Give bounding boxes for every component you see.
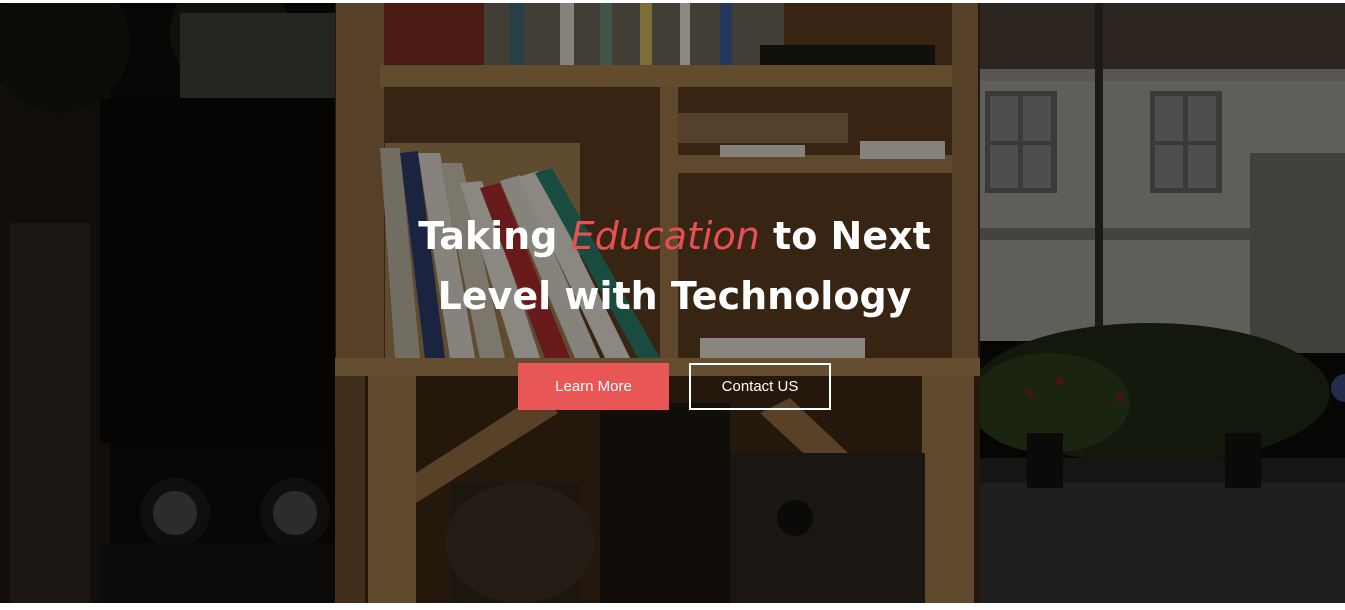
hero-content: Taking Education to Next Level with Techn…	[0, 3, 1345, 603]
contact-us-label: Contact US	[721, 378, 799, 395]
headline-text-start: Taking	[418, 214, 571, 258]
headline-accent-word: Education	[570, 214, 760, 258]
headline-text-end: to Next	[759, 214, 931, 258]
contact-us-button[interactable]: Contact US	[689, 363, 831, 410]
headline-line-two: Level with Technology	[437, 274, 912, 318]
hero-headline: Taking Education to Next Level with Techn…	[372, 206, 977, 326]
learn-more-label: Learn More	[555, 378, 632, 395]
hero-banner: Taking Education to Next Level with Techn…	[0, 3, 1345, 603]
learn-more-button[interactable]: Learn More	[518, 363, 669, 410]
